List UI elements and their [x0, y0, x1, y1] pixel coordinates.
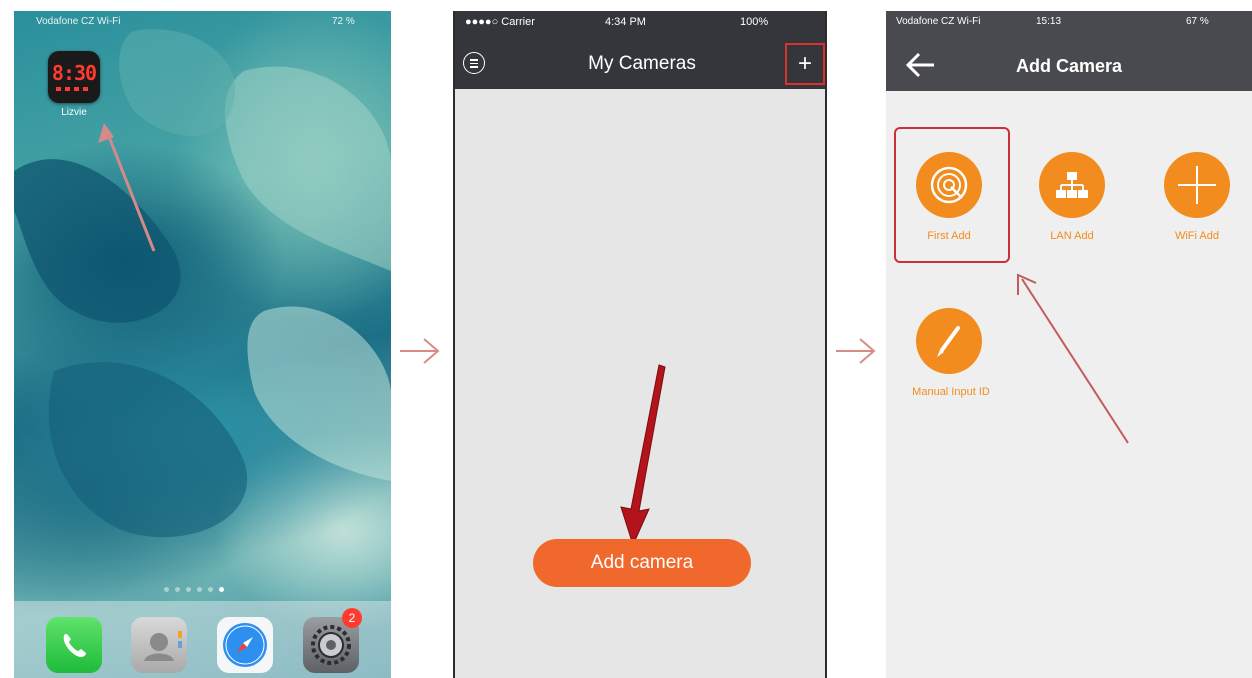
status-bar: Vodafone CZ Wi-Fi 15:13 67 %	[886, 11, 1252, 33]
wifi-add-option[interactable]: WiFi Add	[1142, 128, 1252, 268]
highlight-box	[894, 127, 1010, 263]
add-camera-button[interactable]: Add camera	[533, 539, 751, 587]
page-indicator	[164, 587, 244, 595]
add-camera-panel: Vodafone CZ Wi-Fi 15:13 67 % Add Camera …	[886, 11, 1252, 678]
phone-icon[interactable]	[46, 617, 102, 673]
option-label: WiFi Add	[1174, 230, 1219, 242]
page-dot	[219, 587, 224, 592]
notification-badge: 2	[342, 608, 362, 628]
time-label: 4:34 PM	[605, 16, 646, 28]
lan-add-option[interactable]: LAN Add	[1017, 128, 1127, 268]
option-label: Manual Input ID	[912, 386, 990, 398]
pointer-arrow	[1017, 273, 1129, 444]
page-dot	[208, 587, 213, 592]
pointer-arrow	[620, 364, 666, 547]
flow-arrow-icon	[836, 338, 876, 364]
my-cameras-panel: ●●●●○ Carrier 4:34 PM 100% My Cameras + …	[453, 11, 827, 678]
page-dot	[197, 587, 202, 592]
carrier-label: Vodafone CZ Wi-Fi	[896, 16, 981, 27]
page-dot	[164, 587, 169, 592]
network-icon	[1039, 152, 1105, 218]
page-dot	[175, 587, 180, 592]
status-bar: ●●●●○ Carrier 4:34 PM 100%	[455, 11, 825, 33]
flow-arrow-icon	[400, 338, 440, 364]
option-label: LAN Add	[1050, 230, 1094, 242]
clock-app-icon: 8:30	[51, 61, 97, 85]
lizvie-app-icon[interactable]: 8:30	[48, 51, 100, 103]
contacts-icon[interactable]	[131, 617, 187, 673]
carrier-label: ●●●●○ Carrier	[465, 16, 535, 28]
plus-icon	[1164, 152, 1230, 218]
icon-dots	[56, 87, 92, 91]
add-button[interactable]: +	[785, 43, 825, 85]
battery-label: 67 %	[1186, 16, 1209, 27]
page-title: My Cameras	[588, 53, 696, 74]
page-dot	[186, 587, 191, 592]
time-label: 15:13	[1036, 16, 1062, 27]
battery-label: 100%	[740, 16, 769, 28]
pointer-arrow	[98, 123, 156, 252]
home-screen-panel: Vodafone CZ Wi-Fi 72 % 8:30 Lizvie 2	[14, 11, 391, 678]
pen-icon	[916, 308, 982, 374]
lizvie-app-label: Lizvie	[61, 107, 87, 118]
manual-input-option[interactable]: Manual Input ID	[886, 284, 1016, 424]
compass-icon[interactable]	[217, 617, 273, 673]
page-title: Add Camera	[1015, 56, 1123, 76]
